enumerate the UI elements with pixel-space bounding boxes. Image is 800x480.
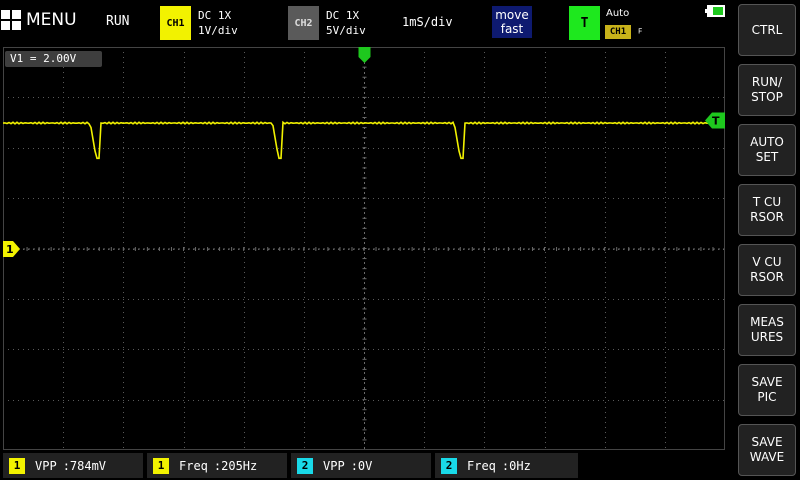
svg-text:T: T [712, 115, 720, 128]
measurement-value: :0Hz [501, 458, 531, 473]
ch2-settings[interactable]: DC 1X 5V/div [326, 8, 366, 38]
move-line2: fast [500, 22, 524, 36]
ch2-scale: 5V/div [326, 24, 366, 37]
run-state: RUN [106, 14, 130, 29]
measures-button[interactable]: MEAS URES [738, 304, 796, 356]
auto-set-button[interactable]: AUTO SET [738, 124, 796, 176]
svg-text:1: 1 [6, 243, 14, 256]
measurement-ch1-freq: 1 Freq :205Hz [147, 453, 287, 478]
measurement-ch2-freq: 2 Freq :0Hz [435, 453, 578, 478]
ch1-badge[interactable]: CH1 [160, 6, 191, 40]
grid [3, 47, 725, 450]
ch1-coupling: DC 1X [198, 9, 232, 22]
ch2-coupling: DC 1X [326, 9, 360, 22]
ch2-badge[interactable]: CH2 [288, 6, 319, 40]
measurement-value: :0V [350, 458, 373, 473]
measurement-label: VPP [35, 458, 57, 473]
measurement-value: :205Hz [213, 458, 258, 473]
channel-tag: 2 [297, 457, 313, 474]
measurement-ch1-vpp: 1 VPP :784mV [3, 453, 143, 478]
trigger-mode[interactable]: Auto [606, 8, 629, 19]
waveform-display[interactable]: 1T [3, 47, 725, 450]
menu-button[interactable]: MENU [0, 2, 78, 38]
ctrl-button[interactable]: CTRL [738, 4, 796, 56]
timebase[interactable]: 1mS/div [402, 15, 453, 29]
ch1-scale: 1V/div [198, 24, 238, 37]
measurement-ch2-vpp: 2 VPP :0V [291, 453, 431, 478]
channel-tag: 2 [441, 457, 457, 474]
v-cursor-button[interactable]: V CU RSOR [738, 244, 796, 296]
move-speed-toggle[interactable]: move fast [492, 6, 532, 38]
battery-icon [705, 5, 725, 17]
trigger-edge-icon: ꟳ [638, 26, 643, 40]
measurement-label: Freq [467, 458, 496, 473]
measurement-label: VPP [323, 458, 345, 473]
t-cursor-button[interactable]: T CU RSOR [738, 184, 796, 236]
save-pic-button[interactable]: SAVE PIC [738, 364, 796, 416]
measurement-value: :784mV [62, 458, 107, 473]
channel-tag: 1 [9, 457, 25, 474]
cursor-readout: V1 = 2.00V [5, 51, 102, 67]
save-wave-button[interactable]: SAVE WAVE [738, 424, 796, 476]
run-stop-button[interactable]: RUN/ STOP [738, 64, 796, 116]
move-line1: move [495, 8, 529, 22]
menu-label: MENU [26, 10, 77, 30]
channel-tag: 1 [153, 457, 169, 474]
grid-icon [1, 10, 21, 30]
ch1-settings[interactable]: DC 1X 1V/div [198, 8, 238, 38]
measurement-label: Freq [179, 458, 208, 473]
trigger-source[interactable]: CH1 [605, 25, 631, 39]
trigger-badge[interactable]: T [569, 6, 600, 40]
